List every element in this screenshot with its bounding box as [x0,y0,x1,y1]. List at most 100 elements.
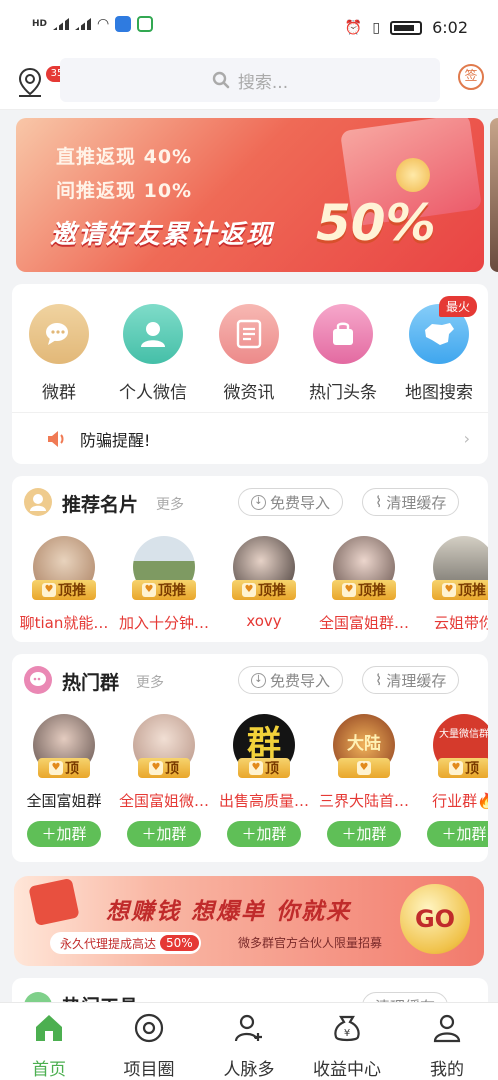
nav-item-hot-headlines[interactable]: 热门头条 [298,304,388,403]
rank-badge: ♥ 顶推 [132,580,196,600]
group-item[interactable]: 大陆 ♥ 三界大陆首… ＋加群 [314,714,414,847]
anti-fraud-notice[interactable]: 防骗提醒! › [12,412,488,464]
clear-cache-button[interactable]: ⌇ 清理缓存 [362,666,460,694]
tab-profile[interactable]: 我的 [402,1011,492,1080]
rank-label: 顶 [465,761,479,777]
heart-icon: ♥ [449,761,463,775]
hot-tag: 最火 [438,296,477,317]
nav-item-micro-news[interactable]: 微资讯 [204,304,294,403]
rank-badge: ♥ 顶 [38,758,90,778]
rank-label: 顶 [265,761,279,777]
aperture-icon [134,1013,164,1043]
go-button[interactable]: GO [400,884,470,954]
tab-projects[interactable]: 项目圈 [104,1011,194,1080]
card-item[interactable]: ♥ 顶推 xovy [214,536,314,630]
vibrate-icon: ▯ [372,19,381,36]
promo-sub-text: 永久代理提成高达 [60,936,157,951]
nav-item-wechat-groups[interactable]: 微群 [14,304,104,403]
download-icon: ↓ [251,672,266,688]
group-item[interactable]: 大量微信群 ♥ 顶 行业群🔥 ＋加群 [414,714,488,847]
agent-promo-banner[interactable]: 想赚钱 想爆单 你就来 永久代理提成高达 50% 微多群官方合伙人限量招募 GO [14,876,484,966]
join-group-button[interactable]: ＋加群 [427,821,488,847]
free-import-button[interactable]: ↓ 免费导入 [238,488,344,516]
card-name: xovy [246,612,282,630]
more-link[interactable]: 更多 [136,672,164,692]
rank-label: 顶推 [158,583,186,599]
location-button[interactable]: 35 [16,66,68,98]
add-contact-icon [234,1014,262,1042]
heart-icon: ♥ [42,583,56,597]
status-right: ⏰ ▯ 6:02 [345,18,468,37]
home-icon [36,1015,62,1041]
status-bar: HD ◠ ⏰ ▯ 6:02 [0,0,498,56]
profile-icon [433,1014,461,1043]
tab-label: 我的 [430,1060,464,1080]
section-title: 推荐名片 [62,494,139,516]
tab-label: 收益中心 [313,1060,381,1080]
join-group-button[interactable]: ＋加群 [127,821,201,847]
card-name: 云姐带你 [433,614,488,632]
money-bag-icon: ¥ [334,1015,360,1042]
search-placeholder: 搜索... [237,72,289,93]
group-item[interactable]: 群 ♥ 顶 出售高质量… ＋加群 [214,714,314,847]
section-title: 热门群 [62,672,120,694]
rank-label: 顶 [165,761,179,777]
more-link[interactable]: 更多 [156,494,184,514]
card-item[interactable]: ♥ 顶推 云姐带你 [414,536,488,632]
tab-earnings[interactable]: ¥ 收益中心 [302,1011,392,1080]
recommend-section: 推荐名片 更多 ↓ 免费导入 ⌇ 清理缓存 ♥ 顶推 聊tian就能… ♥ 顶推 加… [12,476,488,642]
speaker-icon [48,430,64,447]
group-item[interactable]: ♥ 顶 全国富姐微… ＋加群 [114,714,214,847]
location-pin-icon [18,67,42,97]
clear-cache-button[interactable]: ⌇ 清理缓存 [362,488,460,516]
app-notify-icon [115,16,132,32]
promo-commission: 永久代理提成高达 50% [50,932,201,954]
download-icon: ↓ [251,494,266,510]
rank-badge: ♥ 顶推 [332,580,396,600]
nav-item-map-search[interactable]: 最火 地图搜索 [394,296,484,403]
news-icon [219,304,279,364]
envelope-decoration [28,877,80,927]
rank-badge: ♥ 顶 [438,758,488,778]
wifi-icon: ◠ [97,16,110,32]
card-item[interactable]: ♥ 顶推 全国富姐群… [314,536,414,632]
banner-line-direct: 直推返现 40% [56,146,193,168]
join-label: 加群 [456,825,487,843]
heart-icon: ♥ [342,583,356,597]
nav-label: 地图搜索 [405,383,473,403]
rank-label: 顶推 [458,583,486,599]
hot-groups-section: 热门群 更多 ↓ 免费导入 ⌇ 清理缓存 ♥ 顶 全国富姐群 ＋加群 ♥ 顶 全国富… [12,654,488,862]
clear-cache-label: 清理缓存 [386,493,447,512]
group-item[interactable]: ♥ 顶 全国富姐群 ＋加群 [14,714,114,847]
card-item[interactable]: ♥ 顶推 聊tian就能… [14,536,114,632]
next-banner-peek[interactable] [490,118,498,272]
free-import-button[interactable]: ↓ 免费导入 [238,666,344,694]
tab-contacts[interactable]: 人脉多 [204,1011,294,1080]
free-import-label: 免费导入 [270,493,331,512]
group-name: 行业群🔥 [432,792,488,810]
join-group-button[interactable]: ＋加群 [27,821,101,847]
heart-icon: ♥ [149,761,163,775]
battery-icon [390,20,423,35]
search-bar[interactable]: 搜索... [60,58,440,102]
group-name: 出售高质量… [218,792,309,810]
nav-label: 微资讯 [223,383,275,403]
join-group-button[interactable]: ＋加群 [327,821,401,847]
broom-icon: ⌇ [375,671,383,689]
join-group-button[interactable]: ＋加群 [227,821,301,847]
banner-line-indirect: 间推返现 10% [56,180,193,202]
rank-badge: ♥ [338,758,390,778]
bottom-tab-bar: 首页 项目圈 人脉多 ¥ 收益中心 我的 [0,1002,498,1080]
nav-item-personal-wechat[interactable]: 个人微信 [108,304,198,403]
sign-in-button[interactable]: 签 [458,64,484,90]
status-time: 6:02 [432,18,468,37]
hd-indicator: HD [32,19,48,29]
banner-headline: 邀请好友累计返现 [50,220,275,250]
referral-banner[interactable]: 直推返现 40% 间推返现 10% 邀请好友累计返现 50% [16,118,484,272]
app-notify-icon-2 [137,16,154,32]
tab-home[interactable]: 首页 [4,1011,94,1080]
promo-title: 想赚钱 想爆单 你就来 [106,899,352,925]
join-label: 加群 [156,825,187,843]
card-item[interactable]: ♥ 顶推 加入十分钟… [114,536,214,632]
signal-5g-icon [75,18,92,30]
